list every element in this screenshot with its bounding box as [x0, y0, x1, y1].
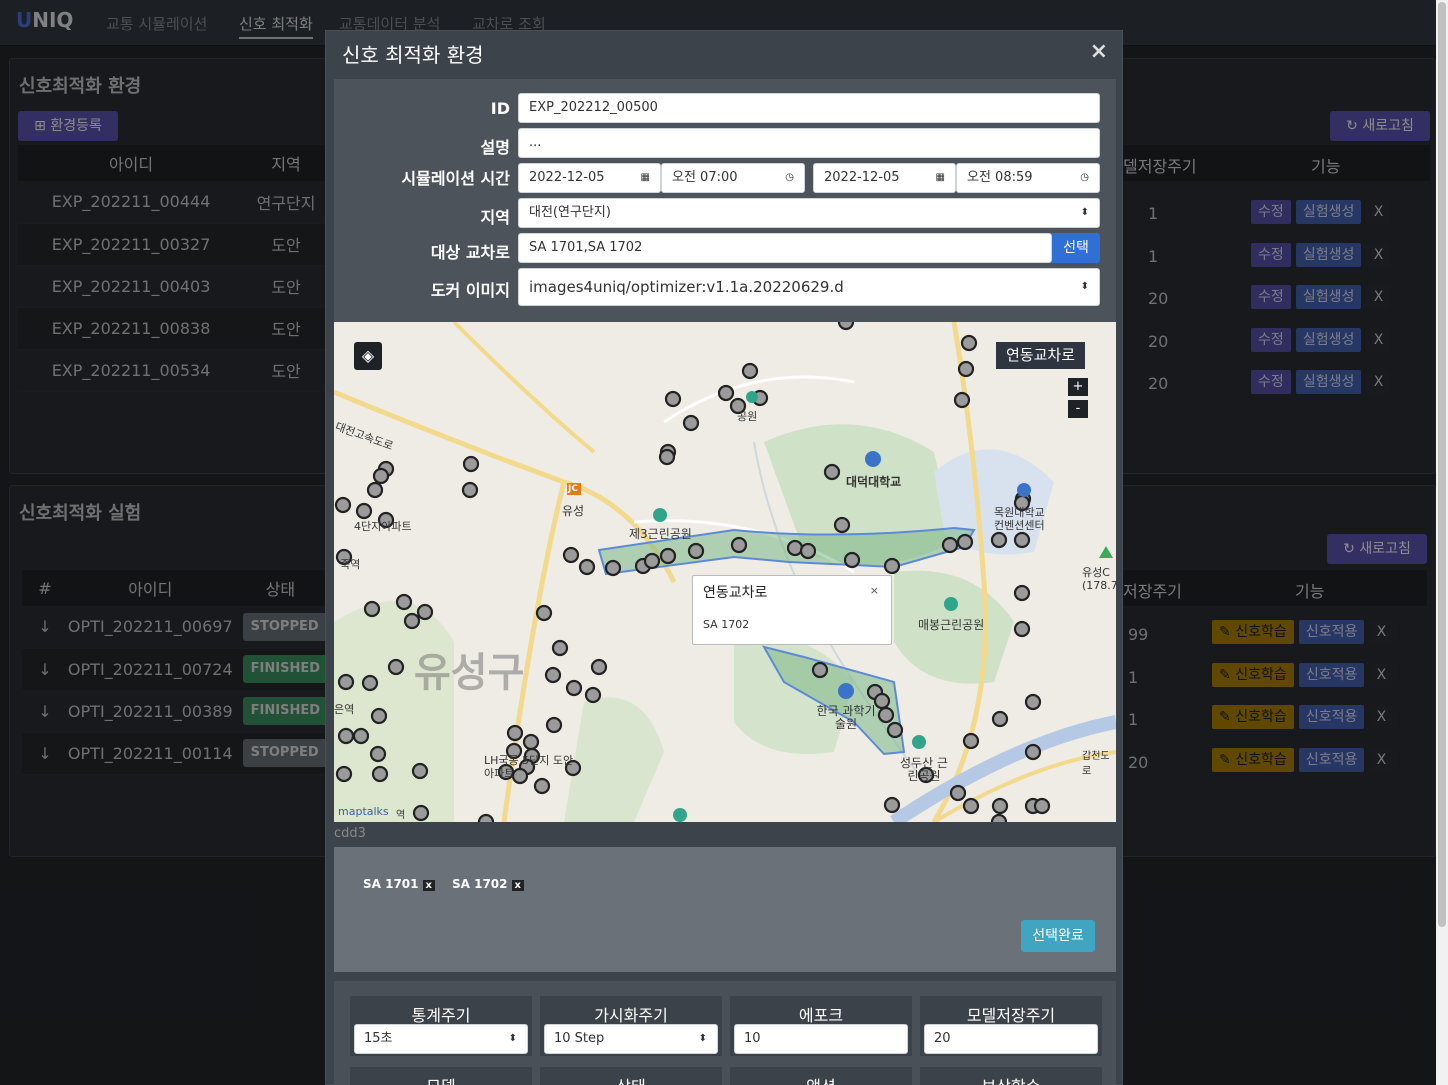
- param-model: 모델: [350, 1067, 532, 1085]
- start-time-field[interactable]: 오전 07:00 ◷: [661, 163, 805, 193]
- select-arrows-icon: ⬍: [1080, 281, 1089, 292]
- epoch-input[interactable]: 10: [734, 1024, 908, 1054]
- map-popup: 연동교차로 × SA 1702: [692, 575, 892, 645]
- clock-icon[interactable]: ◷: [785, 164, 794, 192]
- remove-tag-icon[interactable]: x: [422, 880, 435, 891]
- param-reward: 보상함수: [920, 1067, 1102, 1085]
- id-label: ID: [490, 99, 510, 118]
- param-epoch: 에포크 10: [730, 996, 912, 1056]
- map-label: 갑천도로: [1082, 751, 1110, 777]
- layers-icon[interactable]: ◈: [354, 342, 382, 370]
- param-state: 상태: [540, 1067, 722, 1085]
- select-done-button[interactable]: 선택완료: [1021, 920, 1095, 952]
- docker-select[interactable]: images4uniq/optimizer:v1.1a.20220629.d ⬍: [518, 268, 1100, 306]
- docker-label: 도커 이미지: [430, 281, 510, 300]
- select-arrows-icon: ⬍: [508, 1033, 517, 1044]
- modal-title: 신호 최적화 환경: [342, 43, 484, 67]
- map-label: JC: [568, 484, 578, 494]
- simtime-label: 시뮬레이션 시간: [401, 169, 510, 188]
- clock-icon[interactable]: ◷: [1080, 164, 1089, 192]
- map-attribution[interactable]: maptalks: [338, 805, 389, 818]
- map-label: 목원대학교 컨벤션센터: [994, 506, 1045, 532]
- select-arrows-icon: ⬍: [1080, 207, 1089, 218]
- param-vis-period: 가시화주기 10 Step ⬍: [540, 996, 722, 1056]
- map-label: 매봉근린공원: [918, 618, 985, 632]
- model-save-input[interactable]: 20: [924, 1024, 1098, 1054]
- map-label: 역: [396, 810, 406, 821]
- map-label-district: 유성구: [414, 650, 525, 696]
- region-select[interactable]: 대전(연구단지) ⬍: [518, 198, 1100, 228]
- desc-field[interactable]: ...: [518, 128, 1100, 158]
- end-time-field[interactable]: 오전 08:59 ◷: [956, 163, 1100, 193]
- map-label: 유성C (178.7): [1082, 566, 1116, 592]
- select-arrows-icon: ⬍: [698, 1033, 707, 1044]
- map-canvas[interactable]: [334, 322, 1116, 822]
- popup-title: 연동교차로: [703, 585, 768, 601]
- param-stat-period: 통계주기 15초 ⬍: [350, 996, 532, 1056]
- zoom-out-button[interactable]: -: [1068, 400, 1088, 418]
- desc-label: 설명: [480, 138, 510, 157]
- intersection-map[interactable]: 유성구 대덕대학교 유성 JC 매봉근린공원 한국 과학기술원 성두산 근린공원…: [334, 322, 1116, 822]
- map-label: 공원: [737, 410, 758, 423]
- map-label: 성두산 근린공원: [900, 756, 948, 783]
- vis-period-select[interactable]: 10 Step ⬍: [544, 1024, 718, 1054]
- target-field[interactable]: SA 1701,SA 1702: [518, 233, 1052, 263]
- under-map-text: cdd3: [334, 826, 366, 841]
- selected-intersections: SA 1701 x SA 1702 x 선택완료: [334, 847, 1116, 972]
- close-icon[interactable]: ×: [1090, 39, 1108, 64]
- selected-tag: SA 1702 x: [452, 877, 524, 891]
- zoom-in-button[interactable]: +: [1068, 378, 1088, 396]
- signal-opt-env-modal: 신호 최적화 환경 × ID EXP_202212_00500 설명 ... 시…: [325, 30, 1123, 1085]
- select-button[interactable]: 선택: [1052, 233, 1100, 263]
- start-date-field[interactable]: 2022-12-05 ▦: [518, 163, 661, 193]
- map-label: 제3근린공원: [629, 527, 692, 541]
- map-label: 죽역: [340, 558, 361, 571]
- map-label: 은역: [334, 703, 355, 716]
- calendar-icon[interactable]: ▦: [936, 164, 945, 192]
- scrollbar-thumb[interactable]: [1438, 2, 1446, 927]
- id-field[interactable]: EXP_202212_00500: [518, 93, 1100, 123]
- param-action: 액션: [730, 1067, 912, 1085]
- map-label: 4단지아파트: [354, 520, 412, 533]
- close-icon[interactable]: ×: [870, 584, 879, 597]
- map-label: 한국 과학기술원: [816, 704, 876, 731]
- param-model-save: 모델저장주기 20: [920, 996, 1102, 1056]
- map-label: 유성: [562, 504, 585, 518]
- map-label: LH국동 5단지 도안아파트: [484, 754, 574, 780]
- end-date-field[interactable]: 2022-12-05 ▦: [813, 163, 956, 193]
- param-area: 통계주기 15초 ⬍ 가시화주기 10 Step ⬍ 에포크 10 모델저장주기 2…: [334, 981, 1116, 1085]
- layer-label: 연동교차로: [996, 342, 1086, 369]
- region-label: 지역: [480, 208, 510, 227]
- remove-tag-icon[interactable]: x: [511, 880, 524, 891]
- map-label: 대덕대학교: [846, 475, 902, 489]
- selected-tag: SA 1701 x: [363, 877, 435, 891]
- env-form: ID EXP_202212_00500 설명 ... 시뮬레이션 시간 2022…: [334, 79, 1116, 322]
- calendar-icon[interactable]: ▦: [641, 164, 650, 192]
- popup-content: SA 1702: [703, 618, 750, 631]
- target-label: 대상 교차로: [430, 243, 510, 262]
- stat-period-select[interactable]: 15초 ⬍: [354, 1024, 528, 1054]
- page-scrollbar[interactable]: [1436, 0, 1448, 1085]
